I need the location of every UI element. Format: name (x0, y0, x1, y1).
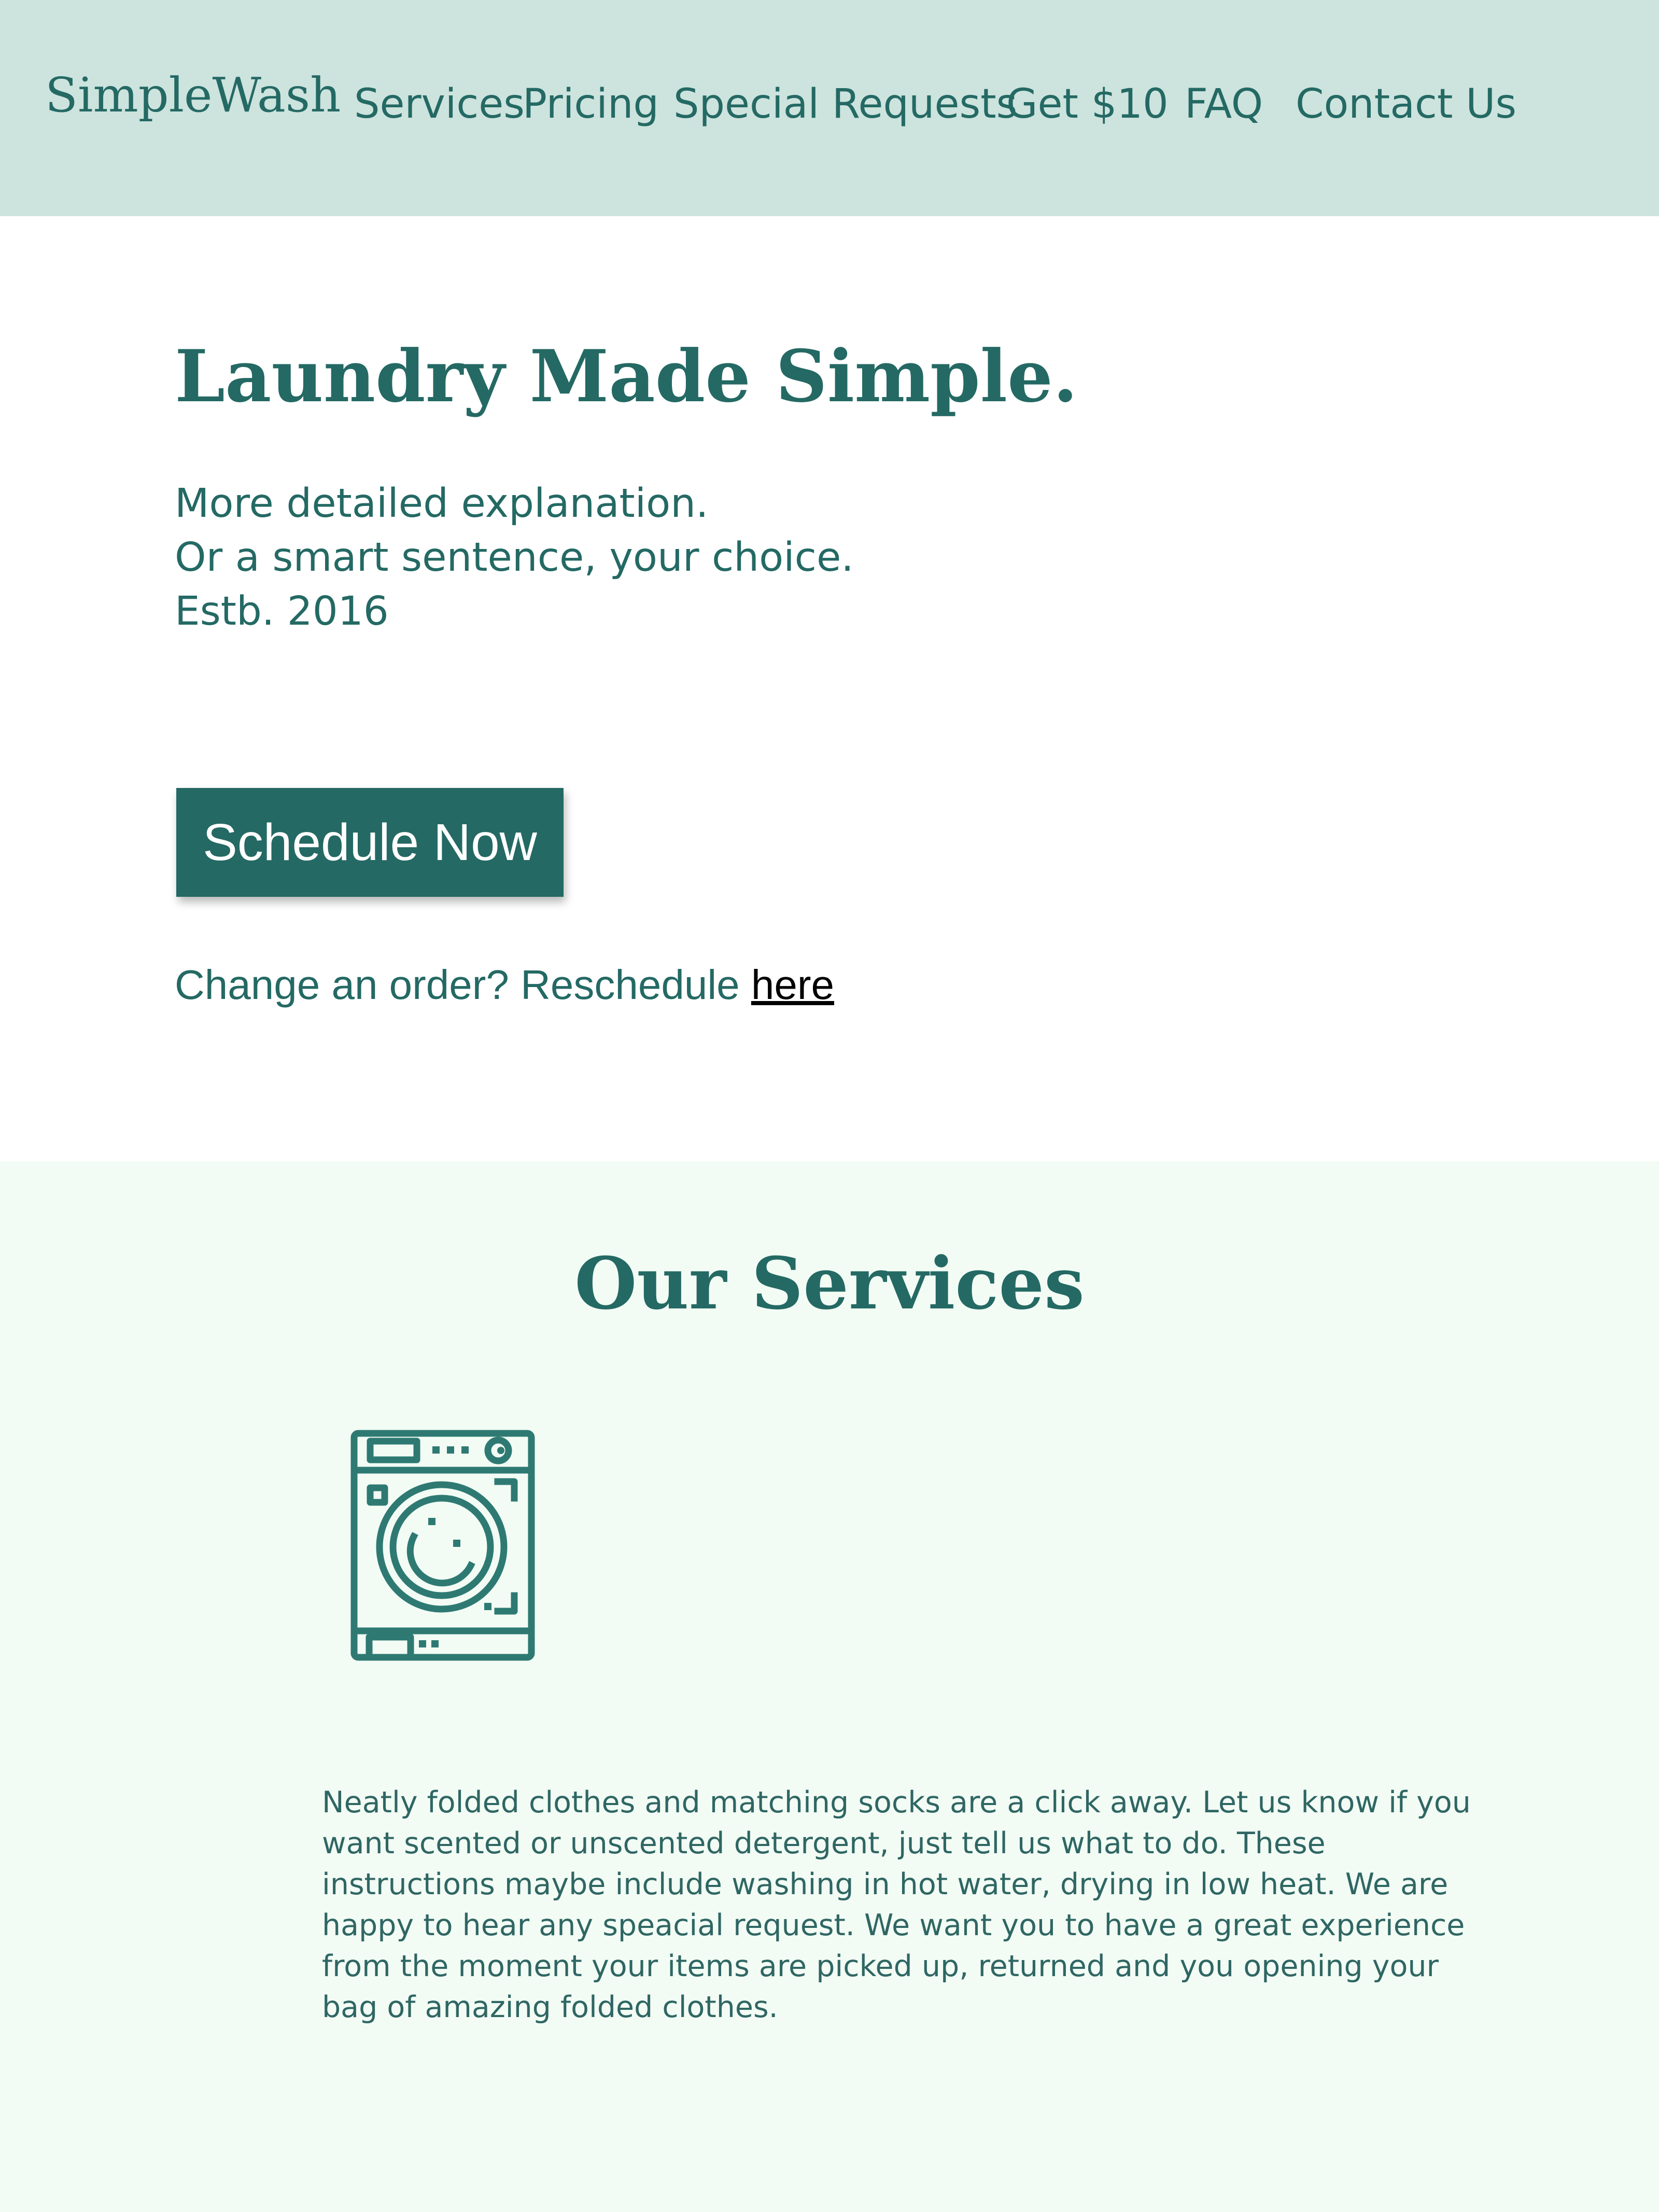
nav-item-pricing[interactable]: Pricing (523, 84, 659, 124)
schedule-now-button[interactable]: Schedule Now (176, 788, 564, 897)
washing-machine-icon (350, 1430, 535, 1661)
site-header: SimpleWash Services Pricing Special Requ… (0, 0, 1659, 216)
hero-line: Or a smart sentence, your choice. (175, 534, 854, 581)
services-section: Our Services Neatly folded clothes and m… (0, 1161, 1659, 2212)
nav-item-get-10[interactable]: Get $10 (1006, 84, 1169, 124)
hero-line: More detailed explanation. (175, 481, 709, 527)
services-title: Our Services (574, 1241, 1085, 1326)
reschedule-text: Change an order? Reschedule (175, 962, 751, 1008)
nav-item-services[interactable]: Services (354, 84, 525, 124)
hero-line: Estb. 2016 (175, 588, 389, 635)
page: SimpleWash Services Pricing Special Requ… (0, 0, 1659, 2212)
services-description: Neatly folded clothes and matching socks… (322, 1785, 1471, 2024)
nav-item-special-requests[interactable]: Special Requests (673, 84, 1017, 124)
nav-item-faq[interactable]: FAQ (1185, 84, 1263, 124)
reschedule-here-link[interactable]: here (751, 962, 834, 1008)
brand-logo[interactable]: SimpleWash (45, 72, 341, 119)
nav-item-contact-us[interactable]: Contact Us (1296, 84, 1516, 124)
hero-description: More detailed explanation. Or a smart se… (175, 477, 854, 639)
reschedule-note: Change an order? Reschedule here (175, 964, 834, 1006)
hero-title: Laundry Made Simple. (175, 334, 1078, 418)
